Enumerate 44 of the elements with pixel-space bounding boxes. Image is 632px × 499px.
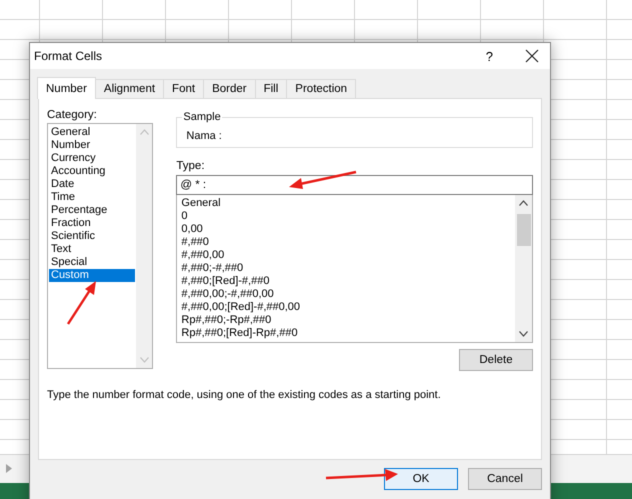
category-item[interactable]: Time: [49, 191, 136, 204]
scrollbar[interactable]: [515, 195, 532, 342]
tab[interactable]: Number: [37, 77, 96, 99]
category-item[interactable]: Text: [49, 243, 136, 256]
delete-button[interactable]: Delete: [459, 349, 533, 371]
category-item[interactable]: Percentage: [49, 204, 136, 217]
sample-label: Sample: [182, 111, 222, 123]
annotation-arrow: [289, 170, 356, 189]
format-item[interactable]: 0,00: [178, 223, 514, 236]
format-item[interactable]: #,##0,00;-#,##0,00: [178, 288, 514, 301]
type-input-field[interactable]: @ * :: [176, 175, 533, 195]
scroll-up-icon[interactable]: [519, 200, 528, 206]
format-item[interactable]: #,##0,00: [178, 249, 514, 262]
cancel-button[interactable]: Cancel: [468, 468, 542, 490]
category-item[interactable]: Number: [49, 139, 136, 152]
category-item[interactable]: Custom: [49, 269, 136, 282]
scroll-down-icon[interactable]: [519, 331, 528, 337]
format-item[interactable]: #,##0,00;[Red]-#,##0,00: [178, 301, 514, 314]
category-item[interactable]: Currency: [49, 152, 136, 165]
ok-button[interactable]: OK: [384, 468, 458, 490]
category-item[interactable]: Accounting: [49, 165, 136, 178]
category-item[interactable]: General: [49, 126, 136, 139]
tab[interactable]: Protection: [286, 79, 356, 98]
category-item[interactable]: Fraction: [49, 217, 136, 230]
scroll-right-icon[interactable]: [6, 464, 12, 473]
close-icon[interactable]: [525, 49, 539, 63]
type-label: Type:: [176, 160, 206, 172]
format-item[interactable]: Rp#,##0;[Red]-Rp#,##0: [178, 327, 514, 340]
hint-text: Type the number format code, using one of the existing codes as a starting point.: [47, 389, 442, 401]
format-item[interactable]: #,##0;[Red]-#,##0: [178, 275, 514, 288]
help-button[interactable]: ?: [486, 48, 493, 64]
format-item[interactable]: Rp#,##0;-Rp#,##0: [178, 314, 514, 327]
window-title: Format Cells: [34, 49, 104, 63]
annotation-arrow: [66, 281, 96, 325]
category-label: Category:: [47, 109, 98, 121]
category-item[interactable]: Scientific: [49, 230, 136, 243]
format-item[interactable]: #,##0;-#,##0: [178, 262, 514, 275]
format-item[interactable]: #,##0: [178, 236, 514, 249]
format-item[interactable]: 0: [178, 210, 514, 223]
sample-value: Nama :: [186, 130, 222, 142]
scroll-thumb[interactable]: [516, 214, 530, 246]
category-item[interactable]: Special: [49, 256, 136, 269]
format-item[interactable]: General: [178, 197, 514, 210]
category-item[interactable]: Date: [49, 178, 136, 191]
